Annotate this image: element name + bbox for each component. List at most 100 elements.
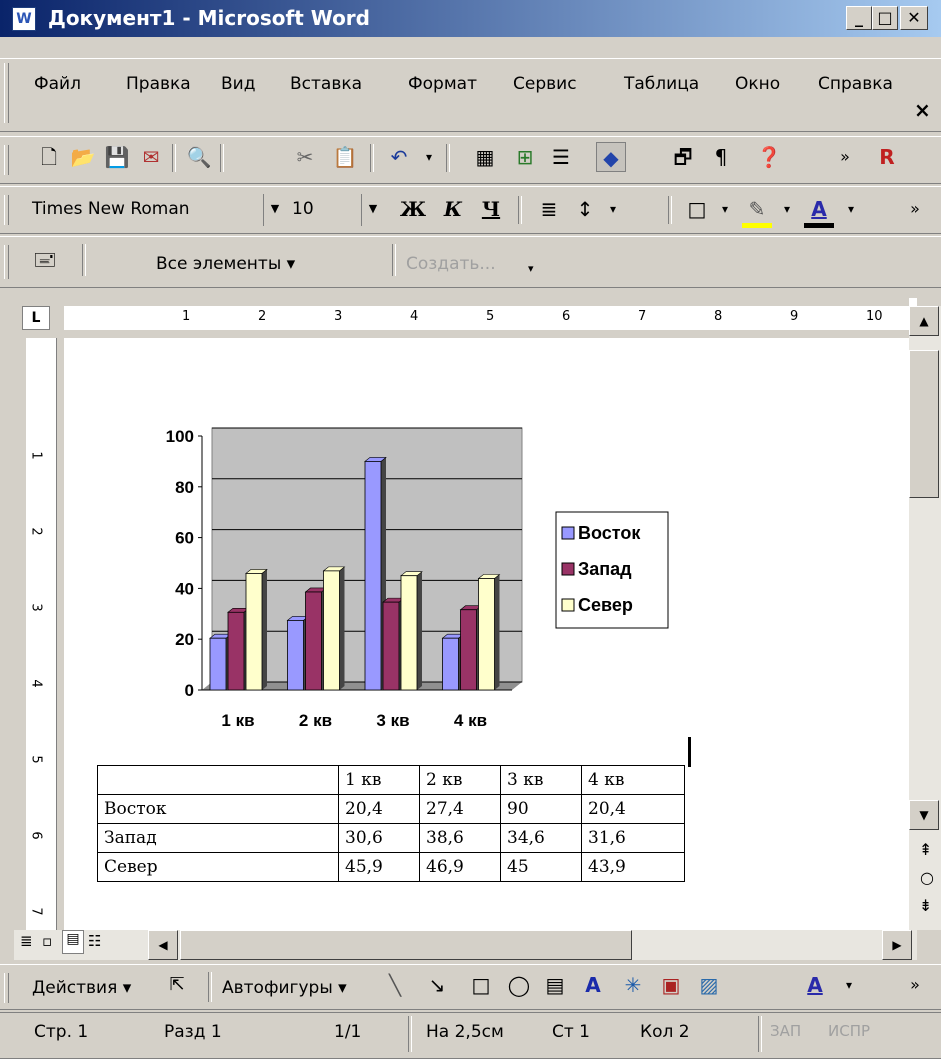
table-row[interactable]: Север 45,9 46,9 45 43,9 bbox=[97, 852, 685, 882]
menu-tools[interactable]: Сервис bbox=[513, 74, 577, 94]
chevron-down-icon[interactable]: ▼ bbox=[263, 194, 286, 226]
document-map-icon[interactable]: 🗗 bbox=[668, 142, 698, 172]
menu-table[interactable]: Таблица bbox=[624, 74, 699, 94]
rectangle-icon[interactable]: □ bbox=[466, 970, 496, 1000]
table-cell[interactable]: 90 bbox=[500, 794, 582, 824]
font-color-icon[interactable]: A bbox=[804, 194, 834, 228]
vertical-ruler[interactable]: 1 2 3 4 5 6 7 bbox=[26, 338, 57, 930]
paste-icon[interactable]: 📋 bbox=[330, 142, 360, 172]
tab-selector-icon[interactable]: L bbox=[22, 306, 50, 330]
table-row[interactable]: Запад 30,6 38,6 34,6 31,6 bbox=[97, 823, 685, 853]
chevron-down-icon[interactable]: ▾ bbox=[772, 194, 802, 224]
table-cell[interactable]: Восток bbox=[97, 794, 339, 824]
table-cell[interactable]: 1 кв bbox=[338, 765, 420, 795]
scroll-left-icon[interactable]: ◀ bbox=[148, 930, 178, 960]
table-cell[interactable]: Запад bbox=[97, 823, 339, 853]
clip-art-icon[interactable]: ▣ bbox=[656, 970, 686, 1000]
text-box-icon[interactable]: ▤ bbox=[540, 970, 570, 1000]
undo-icon[interactable]: ↶ bbox=[384, 142, 414, 172]
open-folder-icon[interactable]: 📂 bbox=[68, 142, 98, 172]
scroll-down-icon[interactable]: ▼ bbox=[909, 800, 939, 830]
web-view-icon[interactable]: ▫ bbox=[42, 932, 52, 950]
table-cell[interactable]: 20,4 bbox=[581, 794, 685, 824]
more-buttons-icon[interactable]: » bbox=[830, 142, 860, 172]
select-objects-icon[interactable]: ⇱ bbox=[162, 970, 192, 1000]
chevron-down-icon[interactable]: ▾ bbox=[836, 194, 866, 224]
word-doc-icon[interactable]: W bbox=[12, 7, 36, 31]
table-cell[interactable]: 46,9 bbox=[419, 852, 501, 882]
help-icon[interactable]: ❓ bbox=[754, 142, 784, 172]
horizontal-scroll-thumb[interactable] bbox=[180, 930, 632, 960]
table-cell[interactable]: 27,4 bbox=[419, 794, 501, 824]
normal-view-icon[interactable]: ≣ bbox=[20, 932, 33, 950]
select-browse-object-icon[interactable]: ○ bbox=[920, 868, 934, 887]
show-hide-icon[interactable]: ¶ bbox=[706, 142, 736, 172]
save-icon[interactable]: 💾 bbox=[102, 142, 132, 172]
chevron-down-icon[interactable]: ▾ bbox=[710, 194, 740, 224]
permission-icon[interactable]: ✉ bbox=[136, 142, 166, 172]
bold-button[interactable]: Ж bbox=[398, 194, 428, 224]
italic-button[interactable]: К bbox=[438, 194, 468, 224]
insert-excel-icon[interactable]: ⊞ bbox=[510, 142, 540, 172]
table-cell[interactable]: 43,9 bbox=[581, 852, 685, 882]
arrow-icon[interactable]: ↘ bbox=[422, 970, 452, 1000]
justify-icon[interactable]: ≣ bbox=[534, 194, 564, 224]
autoshapes-menu[interactable]: Автофигуры ▾ bbox=[222, 978, 347, 998]
table-row[interactable]: 1 кв 2 кв 3 кв 4 кв bbox=[97, 765, 685, 795]
menu-close-icon[interactable]: × bbox=[914, 98, 931, 122]
menu-window[interactable]: Окно bbox=[735, 74, 780, 94]
menu-help[interactable]: Справка bbox=[818, 74, 893, 94]
mail-envelope-icon[interactable]: 🖃 bbox=[30, 244, 60, 274]
minimize-button[interactable]: _ bbox=[846, 6, 872, 30]
addin-r-icon[interactable]: R bbox=[872, 142, 902, 172]
drawing-icon[interactable]: ◆ bbox=[596, 142, 626, 172]
diagram-icon[interactable]: ✳ bbox=[618, 970, 648, 1000]
scroll-right-icon[interactable]: ▶ bbox=[882, 930, 912, 960]
font-size-combo[interactable]: 10 ▼ bbox=[288, 194, 384, 226]
menu-view[interactable]: Вид bbox=[221, 74, 255, 94]
font-name-combo[interactable]: Times New Roman ▼ bbox=[28, 194, 286, 226]
table-cell[interactable]: 3 кв bbox=[500, 765, 582, 795]
previous-page-icon[interactable]: ⇞ bbox=[919, 840, 932, 859]
table-cell[interactable]: 45,9 bbox=[338, 852, 420, 882]
tables-borders-icon[interactable]: ▦ bbox=[470, 142, 500, 172]
maximize-button[interactable]: □ bbox=[872, 6, 898, 30]
menu-file[interactable]: Файл bbox=[34, 74, 81, 94]
chevron-down-icon[interactable]: ▾ bbox=[834, 970, 864, 1000]
table-row[interactable]: Восток 20,4 27,4 90 20,4 bbox=[97, 794, 685, 824]
menu-format[interactable]: Формат bbox=[408, 74, 477, 94]
actions-menu[interactable]: Действия ▾ bbox=[32, 978, 131, 998]
borders-icon[interactable]: □ bbox=[682, 194, 712, 224]
print-preview-icon[interactable]: 🔍 bbox=[184, 142, 214, 172]
create-button[interactable]: Создать... bbox=[406, 254, 496, 274]
status-track[interactable]: ИСПР bbox=[828, 1022, 870, 1040]
table-cell[interactable] bbox=[97, 765, 339, 795]
table-cell[interactable]: 31,6 bbox=[581, 823, 685, 853]
table-cell[interactable]: 38,6 bbox=[419, 823, 501, 853]
vertical-scrollbar[interactable]: ▲ ▼ ⇞ ○ ⇟ bbox=[909, 306, 941, 930]
oval-icon[interactable]: ◯ bbox=[504, 970, 534, 1000]
table-cell[interactable]: 30,6 bbox=[338, 823, 420, 853]
undo-dropdown-icon[interactable]: ▾ bbox=[414, 142, 444, 172]
print-layout-view-icon[interactable]: ▤ bbox=[62, 930, 84, 954]
table-cell[interactable]: 20,4 bbox=[338, 794, 420, 824]
next-page-icon[interactable]: ⇟ bbox=[919, 896, 932, 915]
cut-icon[interactable]: ✂ bbox=[290, 142, 320, 172]
chevron-down-icon[interactable]: ▾ bbox=[598, 194, 628, 224]
status-record[interactable]: ЗАП bbox=[770, 1022, 801, 1040]
underline-button[interactable]: Ч bbox=[476, 194, 506, 224]
line-spacing-icon[interactable]: ↕ bbox=[570, 194, 600, 224]
new-document-icon[interactable]: 🗋 bbox=[34, 142, 64, 172]
menu-insert[interactable]: Вставка bbox=[290, 74, 362, 94]
table-cell[interactable]: Север bbox=[97, 852, 339, 882]
scroll-thumb[interactable] bbox=[909, 350, 939, 498]
horizontal-ruler[interactable]: 1 2 3 4 5 6 7 8 9 10 bbox=[64, 306, 909, 330]
all-items-dropdown[interactable]: Все элементы ▾ bbox=[156, 254, 295, 274]
columns-icon[interactable]: ☰ bbox=[546, 142, 576, 172]
insert-picture-icon[interactable]: ▨ bbox=[694, 970, 724, 1000]
embedded-chart[interactable]: 0 20 40 60 80 100 1 кв 2 кв 3 кв 4 кв Восток Запад С… bbox=[150, 416, 670, 726]
outline-view-icon[interactable]: ☷ bbox=[88, 932, 101, 950]
data-table[interactable]: 1 кв 2 кв 3 кв 4 кв Восток 20,4 27,4 90 20,4 Запа… bbox=[97, 765, 685, 882]
table-cell[interactable]: 2 кв bbox=[419, 765, 501, 795]
line-icon[interactable]: ╲ bbox=[380, 970, 410, 1000]
